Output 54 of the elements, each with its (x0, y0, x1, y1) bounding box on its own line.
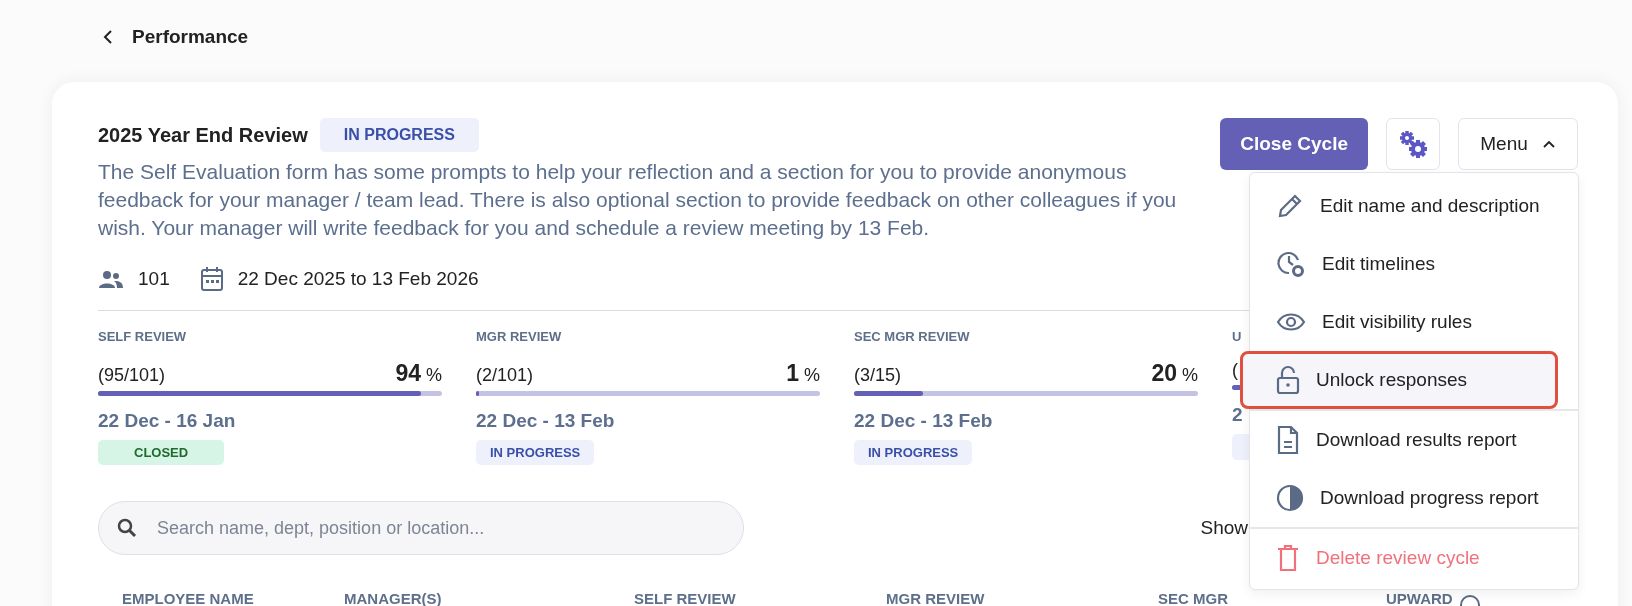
participant-count: 101 (138, 268, 170, 290)
back-icon[interactable] (102, 29, 114, 45)
column-header[interactable]: UPWARD (1386, 590, 1453, 606)
stage-dates: 22 Dec - 13 Feb (476, 410, 615, 432)
menu-item[interactable]: Delete review cycle (1250, 529, 1578, 587)
page-title: Performance (132, 26, 249, 48)
column-header[interactable]: MGR REVIEW (886, 590, 1158, 606)
eye-icon (1276, 312, 1306, 332)
stage-count: ( (1232, 360, 1238, 381)
chevron-icon (1541, 139, 1556, 149)
stage-dates: 22 Dec - 16 Jan (98, 410, 236, 432)
column-header[interactable]: EMPLOYEE NAME (122, 590, 344, 606)
stage-label: MGR REVIEW (476, 329, 562, 344)
pie-icon (1276, 484, 1304, 512)
column-header[interactable]: SEC MGR (1158, 590, 1386, 606)
calendar-icon (199, 266, 224, 292)
document-icon (1276, 425, 1300, 455)
cycle-title: 2025 Year End Review (98, 123, 308, 147)
search-field[interactable]: Search name, dept, position or location... (98, 501, 744, 555)
stage-percent: 1 % (786, 360, 820, 387)
unlocked-padlock-icon (1276, 365, 1300, 395)
search-icon (117, 518, 137, 538)
menu-button[interactable]: Menu (1458, 118, 1578, 170)
menu-item[interactable]: Download results report (1250, 411, 1578, 469)
search-input[interactable]: Search name, dept, position or location... (155, 516, 725, 540)
menu-item[interactable]: Edit name and description (1250, 177, 1578, 235)
stage-percent: 20 % (1151, 360, 1198, 387)
people-icon (98, 269, 124, 289)
stage-count: (95/101) (98, 365, 166, 386)
trash-icon (1276, 544, 1300, 572)
pencil-icon (1276, 192, 1304, 220)
status-badge: IN PROGRESS (476, 440, 595, 465)
menu-item[interactable]: Edit visibility rules (1250, 293, 1578, 351)
stage-dates: 22 Dec - 13 Feb (854, 410, 993, 432)
clock-gear-icon (1276, 249, 1306, 279)
settings-button[interactable] (1386, 118, 1440, 170)
status-badge: IN PROGRESS (854, 440, 973, 465)
close-cycle-button[interactable]: Close Cycle (1220, 118, 1368, 170)
menu-item[interactable]: Edit timelines (1250, 235, 1578, 293)
stage-label: SELF REVIEW (98, 329, 187, 344)
stage-percent: 94 % (395, 360, 442, 387)
stage-label: SEC MGR REVIEW (854, 329, 970, 344)
menu-item[interactable]: Unlock responses (1240, 351, 1558, 409)
stage-label: U (1232, 329, 1242, 344)
column-header[interactable]: SELF REVIEW (634, 590, 886, 606)
status-badge: IN PROGRESS (319, 118, 479, 152)
show-label: Show (1200, 517, 1248, 539)
cycle-description: The Self Evaluation form has some prompts to help your reflection and a section for you to provide anonymous feedback for your manager / team lead. There is also optional section to provide feedback on other colleagues if you wish. Your manager will write feedback for you and schedule a review meeting by 13 Feb. (98, 159, 1178, 241)
stage-count: (3/15) (854, 365, 902, 386)
cycle-dates: 22 Dec 2025 to 13 Feb 2026 (237, 268, 479, 290)
stage-count: (2/101) (476, 365, 534, 386)
menu-item[interactable]: Download progress report (1250, 469, 1578, 527)
status-badge: CLOSED (98, 440, 225, 465)
stage-dates: 2 (1232, 404, 1243, 426)
